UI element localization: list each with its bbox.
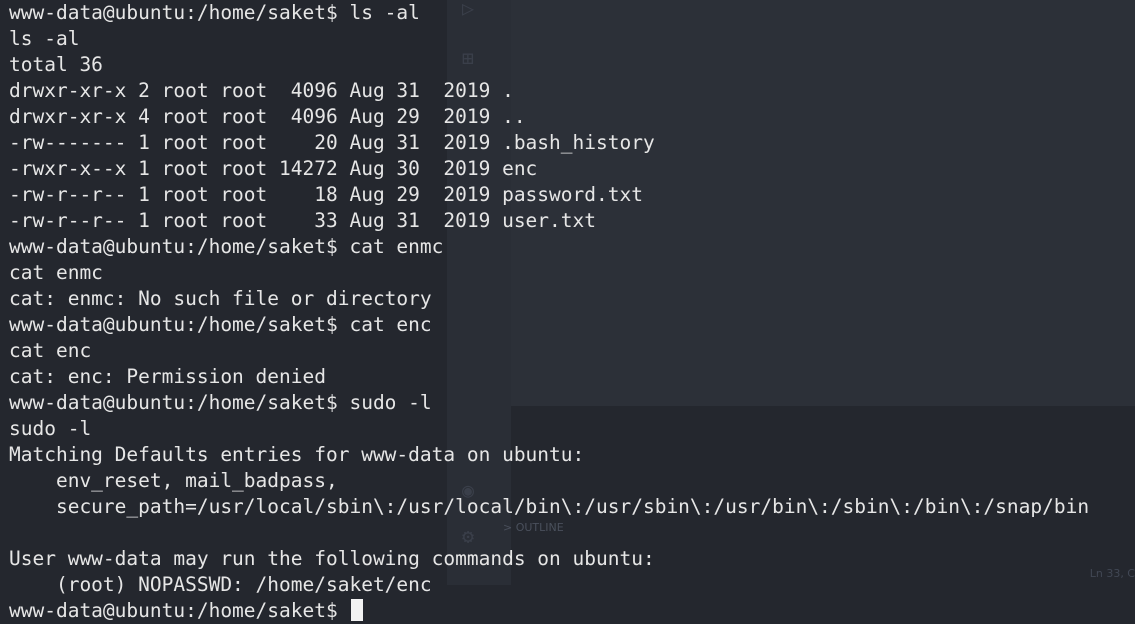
terminal-line-password: -rw-r--r-- 1 root root 18 Aug 29 2019 pa…	[9, 183, 643, 206]
terminal-line-env-reset: env_reset, mail_badpass,	[9, 469, 338, 492]
terminal-line-defaults-header: Matching Defaults entries for www-data o…	[9, 443, 585, 466]
terminal-line-prompt-cat-enc: www-data@ubuntu:/home/saket$ cat enc	[9, 313, 432, 336]
terminal-line-dir-parent: drwxr-xr-x 4 root root 4096 Aug 29 2019 …	[9, 105, 526, 128]
terminal-line-prompt-cat-enmc: www-data@ubuntu:/home/saket$ cat enmc	[9, 235, 444, 258]
terminal-line-echo-ls: ls -al	[9, 27, 80, 50]
terminal-line-echo-cat-enmc: cat enmc	[9, 261, 103, 284]
terminal-line-secure-path: secure_path=/usr/local/sbin\:/usr/local/…	[9, 495, 1090, 518]
terminal-line-nopasswd: (root) NOPASSWD: /home/saket/enc	[9, 573, 432, 596]
terminal-line-prompt-ls: www-data@ubuntu:/home/saket$ ls -al	[9, 1, 420, 24]
terminal-prompt-current[interactable]: www-data@ubuntu:/home/saket$	[9, 598, 364, 624]
terminal-line-error-enc: cat: enc: Permission denied	[9, 365, 326, 388]
terminal-line-may-run: User www-data may run the following comm…	[9, 547, 655, 570]
terminal-line-user: -rw-r--r-- 1 root root 33 Aug 31 2019 us…	[9, 209, 596, 232]
terminal-output[interactable]: www-data@ubuntu:/home/saket$ ls -al ls -…	[0, 0, 1135, 623]
terminal-line-enc: -rwxr-x--x 1 root root 14272 Aug 30 2019…	[9, 157, 538, 180]
terminal-line-prompt-sudo: www-data@ubuntu:/home/saket$ sudo -l	[9, 391, 432, 414]
terminal-line-dir-current: drwxr-xr-x 2 root root 4096 Aug 31 2019 …	[9, 79, 514, 102]
terminal-prompt-text: www-data@ubuntu:/home/saket$	[9, 599, 350, 622]
terminal-line-echo-sudo: sudo -l	[9, 417, 92, 440]
terminal-line-bash-history: -rw------- 1 root root 20 Aug 31 2019 .b…	[9, 131, 655, 154]
terminal-line-total: total 36	[9, 53, 103, 76]
terminal-line-echo-cat-enc: cat enc	[9, 339, 92, 362]
terminal-line-error-enmc: cat: enmc: No such file or directory	[9, 287, 432, 310]
terminal-cursor	[351, 599, 364, 621]
